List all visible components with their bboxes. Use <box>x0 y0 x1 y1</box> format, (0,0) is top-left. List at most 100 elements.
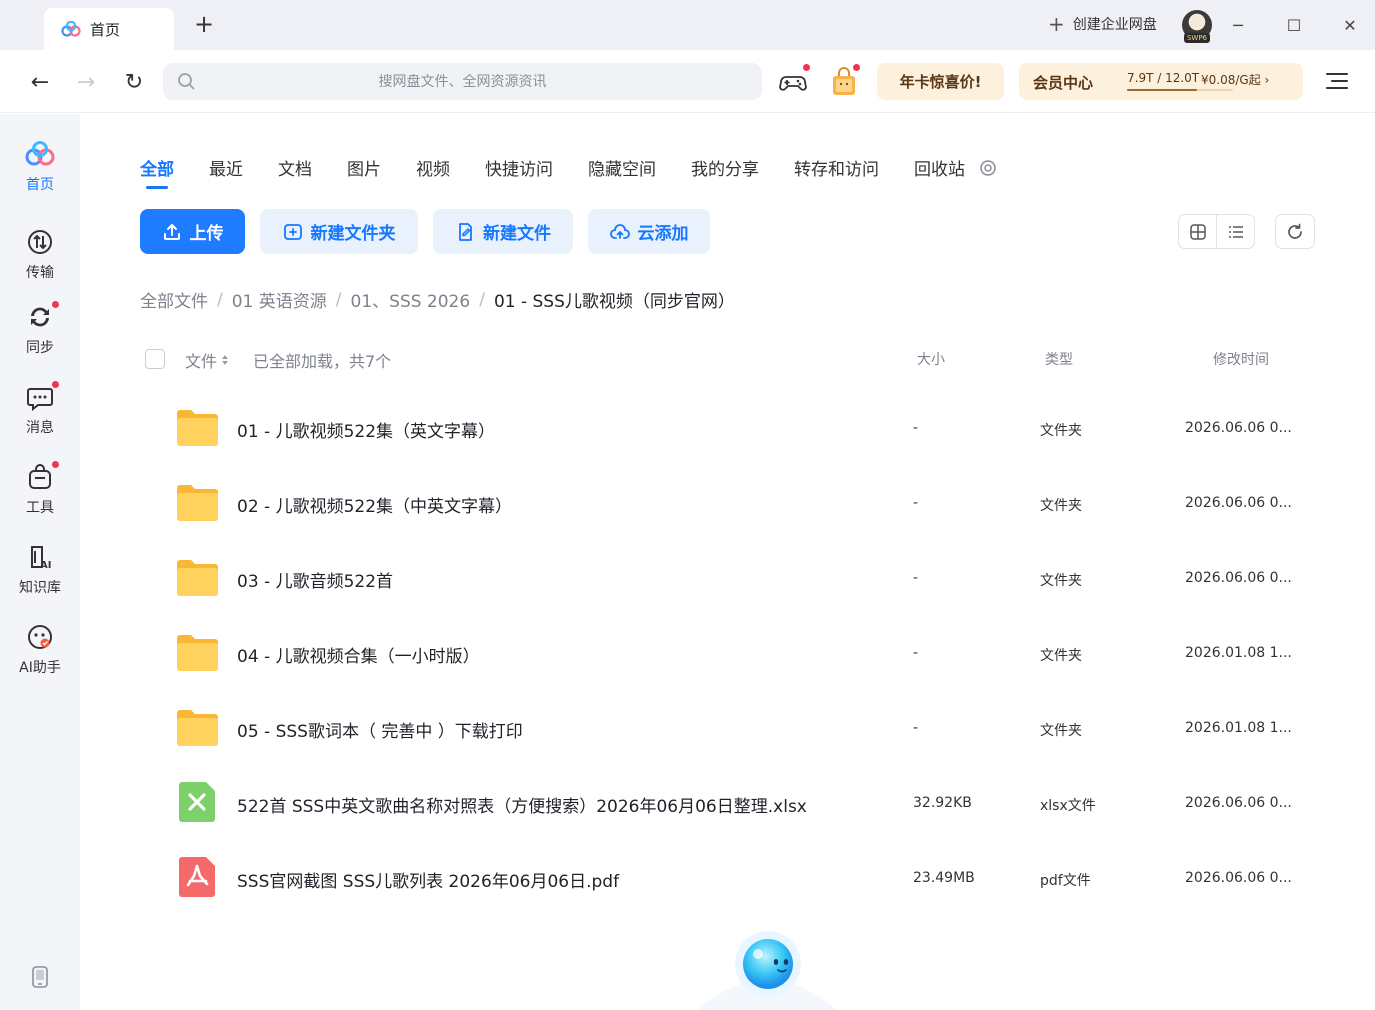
sidebar-item-tools[interactable]: 工具 <box>0 460 80 517</box>
file-size: 32.92KB <box>913 795 972 811</box>
avatar-badge: SWP6 <box>1184 33 1210 43</box>
grid-view-button[interactable] <box>1179 215 1217 248</box>
breadcrumb: 全部文件 / 01 英语资源 / 01、SSS 2026 / 01 - SSS儿… <box>140 287 735 313</box>
new-folder-button[interactable]: 新建文件夹 <box>260 209 418 254</box>
table-row[interactable]: 02 - 儿歌视频522集（中英文字幕） - 文件夹 2026.06.06 0.… <box>140 467 1300 542</box>
pdf-file-icon <box>179 857 215 897</box>
minimize-button[interactable]: ─ <box>1225 12 1251 38</box>
column-header-name[interactable]: 文件 <box>185 348 229 372</box>
list-view-button[interactable] <box>1217 215 1254 248</box>
view-toggle <box>1178 214 1255 249</box>
back-button[interactable]: ← <box>27 69 53 95</box>
breadcrumb-item[interactable]: 01 英语资源 <box>232 287 327 312</box>
file-type: 文件夹 <box>1040 423 1082 439</box>
file-type: 文件夹 <box>1040 723 1082 739</box>
tab-home[interactable]: 首页 <box>44 8 174 50</box>
reload-button[interactable]: ↻ <box>121 69 147 95</box>
cloud-add-label: 云添加 <box>637 224 689 244</box>
game-notification-dot <box>802 63 811 72</box>
cloud-add-button[interactable]: 云添加 <box>588 209 710 254</box>
create-enterprise-button[interactable]: + 创建企业网盘 <box>1048 14 1157 34</box>
xlsx-file-icon <box>179 782 215 822</box>
sync-icon <box>31 307 49 327</box>
avatar[interactable]: SWP6 <box>1182 10 1212 43</box>
search-input[interactable] <box>163 73 762 90</box>
sidebar-item-label: 消息 <box>26 420 54 436</box>
menu-icon[interactable] <box>1326 71 1348 91</box>
table-row[interactable]: 04 - 儿歌视频合集（一小时版） - 文件夹 2026.01.08 1... <box>140 617 1300 692</box>
svg-text:AI: AI <box>40 560 51 571</box>
home-logo-icon <box>25 141 55 166</box>
tab-quick-access[interactable]: 快捷访问 <box>485 155 553 180</box>
new-tab-button[interactable]: + <box>192 12 216 37</box>
message-icon <box>27 388 53 412</box>
tab-hidden-space[interactable]: 隐藏空间 <box>588 155 656 180</box>
sidebar-item-transfer[interactable]: 传输 <box>0 228 80 282</box>
search-bar[interactable] <box>163 63 762 100</box>
vip-price: ¥0.08/G起 › <box>1201 73 1270 87</box>
mobile-device-icon[interactable] <box>32 966 48 988</box>
file-modified-time: 2026.06.06 0... <box>1185 495 1292 511</box>
file-type: xlsx文件 <box>1040 798 1096 814</box>
messages-notification-dot <box>51 380 60 389</box>
tools-icon <box>29 464 51 489</box>
sidebar-item-label: 知识库 <box>19 580 61 596</box>
toolbar: ← → ↻ 年卡惊喜价! 会员中心 7.9T / 12.0T ¥0.08/G起 … <box>0 50 1375 113</box>
tab-recent[interactable]: 最近 <box>209 155 243 180</box>
cloud-upload-icon <box>609 223 630 239</box>
upload-button[interactable]: 上传 <box>140 209 245 254</box>
tab-settings-icon[interactable] <box>979 159 997 177</box>
select-all-checkbox[interactable] <box>145 349 165 369</box>
breadcrumb-separator: / <box>217 289 223 310</box>
vip-storage-usage: 7.9T / 12.0T <box>1127 71 1200 85</box>
folder-icon <box>177 710 218 746</box>
tab-label: 首页 <box>90 20 121 39</box>
file-name: SSS官网截图 SSS儿歌列表 2026年06月06日.pdf <box>237 872 620 892</box>
load-status: 已全部加载，共7个 <box>253 352 392 371</box>
file-name: 522首 SSS中英文歌曲名称对照表（方便搜索）2026年06月06日整理.xl… <box>237 797 807 817</box>
table-row[interactable]: 522首 SSS中英文歌曲名称对照表（方便搜索）2026年06月06日整理.xl… <box>140 767 1300 842</box>
column-header-size[interactable]: 大小 <box>917 349 945 369</box>
baidu-netdisk-logo-icon <box>61 21 81 37</box>
breadcrumb-item-all-files[interactable]: 全部文件 <box>140 287 208 312</box>
forward-button[interactable]: → <box>73 69 99 95</box>
folder-icon <box>177 560 218 596</box>
tab-all[interactable]: 全部 <box>140 155 174 189</box>
tab-images[interactable]: 图片 <box>347 155 381 180</box>
sort-icon <box>222 355 229 365</box>
table-row[interactable]: 03 - 儿歌音频522首 - 文件夹 2026.06.06 0... <box>140 542 1300 617</box>
table-row[interactable]: 05 - SSS歌词本（ 完善中 ）下载打印 - 文件夹 2026.01.08 … <box>140 692 1300 767</box>
sidebar-item-ai-assistant[interactable]: AI助手 <box>0 623 80 677</box>
sidebar-item-home[interactable]: 首页 <box>0 140 80 194</box>
sidebar: 首页 传输 同步 消息 工具 AI 知识库 AI助手 <box>0 114 80 1010</box>
file-size: - <box>913 720 919 736</box>
breadcrumb-item[interactable]: 01、SSS 2026 <box>351 287 471 312</box>
tab-videos[interactable]: 视频 <box>416 155 450 180</box>
file-type: 文件夹 <box>1040 498 1082 514</box>
search-icon <box>178 73 195 90</box>
maximize-button[interactable]: ☐ <box>1281 12 1307 38</box>
close-button[interactable]: ✕ <box>1337 12 1363 38</box>
vip-center-button[interactable]: 会员中心 7.9T / 12.0T ¥0.08/G起 › <box>1019 63 1303 100</box>
annual-promo-button[interactable]: 年卡惊喜价! <box>877 63 1004 100</box>
gift-notification-dot <box>852 63 861 72</box>
file-name: 05 - SSS歌词本（ 完善中 ）下载打印 <box>237 722 523 742</box>
assistant-mascot-icon[interactable] <box>692 916 842 1010</box>
new-file-button[interactable]: 新建文件 <box>433 209 573 254</box>
tools-notification-dot <box>51 460 60 469</box>
tab-recycle-bin[interactable]: 回收站 <box>914 155 965 180</box>
tab-documents[interactable]: 文档 <box>278 155 312 180</box>
sidebar-item-knowledge-base[interactable]: AI 知识库 <box>0 543 80 597</box>
sidebar-item-sync[interactable]: 同步 <box>0 300 80 357</box>
tab-my-shares[interactable]: 我的分享 <box>691 155 759 180</box>
tab-saved-and-visited[interactable]: 转存和访问 <box>794 155 879 180</box>
column-header-type[interactable]: 类型 <box>1045 349 1073 369</box>
file-size: 23.49MB <box>913 870 975 886</box>
file-name: 03 - 儿歌音频522首 <box>237 572 394 592</box>
sidebar-item-messages[interactable]: 消息 <box>0 380 80 437</box>
refresh-button[interactable] <box>1275 214 1315 249</box>
table-row[interactable]: 01 - 儿歌视频522集（英文字幕） - 文件夹 2026.06.06 0..… <box>140 392 1300 467</box>
column-header-modified[interactable]: 修改时间 <box>1213 349 1269 369</box>
table-row[interactable]: SSS官网截图 SSS儿歌列表 2026年06月06日.pdf 23.49MB … <box>140 842 1300 917</box>
file-type: 文件夹 <box>1040 648 1082 664</box>
